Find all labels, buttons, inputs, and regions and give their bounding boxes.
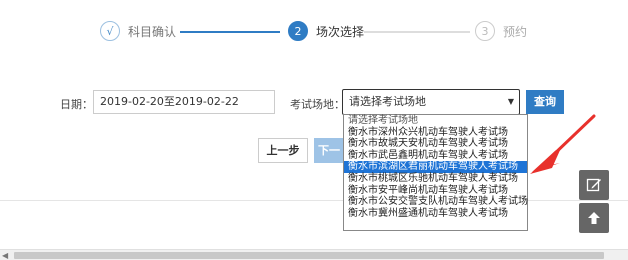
arrow-up-icon (588, 212, 600, 224)
feedback-button[interactable] (579, 170, 609, 200)
scroll-left-icon[interactable]: ◀ (2, 251, 8, 260)
annotation-arrow-icon (530, 114, 596, 174)
scrollbar-thumb[interactable] (14, 252, 604, 259)
edit-icon (586, 178, 601, 192)
back-to-top-button[interactable] (579, 203, 609, 233)
horizontal-scrollbar[interactable]: ◀ (0, 249, 628, 260)
